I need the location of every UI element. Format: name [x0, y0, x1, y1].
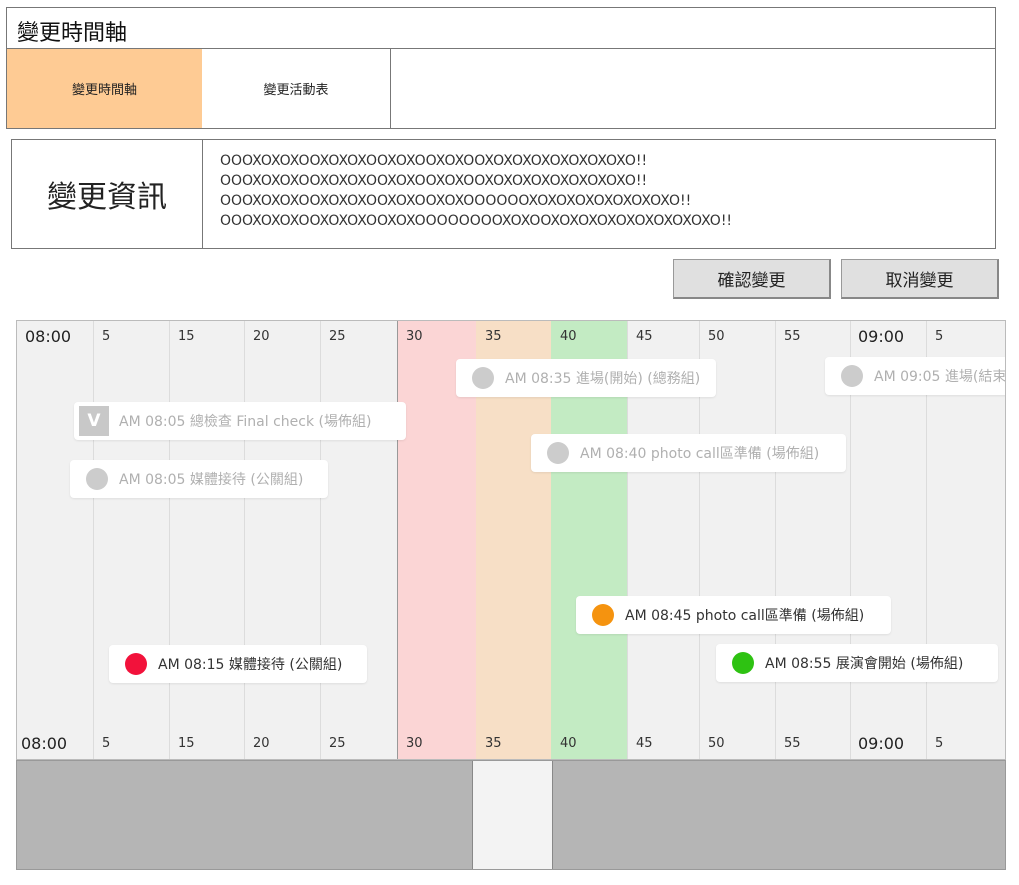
timeline-tick-label: 30: [406, 329, 423, 344]
change-info-text: OOOXOXOXOOXOXOXOOXOXOOXOXOOXOXOXOXOXOXOX…: [220, 151, 732, 231]
status-circle-icon: [125, 653, 147, 675]
timeline-tick-label: 5: [102, 736, 111, 751]
change-info-panel: 變更資訊 OOOXOXOXOOXOXOXOOXOXOOXOXOOXOXOXOXO…: [11, 139, 996, 249]
timeline-tick-label: 30: [406, 736, 423, 751]
event-label: AM 08:40 photo call區準備 (場佈組): [580, 446, 820, 462]
status-circle-icon: [732, 652, 754, 674]
page-title: 變更時間軸: [17, 21, 128, 46]
timeline-event[interactable]: AM 08:05 媒體接待 (公關組): [70, 460, 328, 498]
status-circle-icon: [547, 442, 569, 464]
change-info-line: OOOXOXOXOOXOXOXOOXOXOOXOXOOOOOOXOXOXOXOX…: [220, 193, 692, 209]
timeline-gridline: [320, 321, 321, 759]
timeline-tick-label: 5: [102, 329, 111, 344]
cancel-change-button[interactable]: 取消變更: [841, 259, 999, 299]
timeline-tick-label: 50: [708, 736, 725, 751]
event-label: AM 08:05 總檢查 Final check (場佈組): [119, 414, 372, 430]
timeline-tick-label: 40: [560, 329, 577, 344]
timeline-tick-label: 55: [784, 329, 801, 344]
timeline-gridline: [244, 321, 245, 759]
timeline-tick-label: 50: [708, 329, 725, 344]
scroller-handle[interactable]: [472, 761, 553, 869]
status-circle-icon: [86, 468, 108, 490]
timeline-event[interactable]: V AM 08:05 總檢查 Final check (場佈組): [74, 402, 406, 440]
timeline-gridline: [169, 321, 170, 759]
change-info-line: OOOXOXOXOOXOXOXOOXOXOOXOXOOXOXOXOXOXOXOX…: [220, 173, 648, 189]
change-info-line: OOOXOXOXOOXOXOXOOXOXOOXOXOOXOXOXOXOXOXOX…: [220, 153, 648, 169]
timeline-tick-label: 5: [935, 736, 944, 751]
timeline-tick-label: 15: [178, 329, 195, 344]
title-bar: 變更時間軸: [6, 7, 996, 49]
timeline-tick-label: 15: [178, 736, 195, 751]
timeline-event[interactable]: AM 08:15 媒體接待 (公關組): [109, 645, 367, 683]
timeline-event[interactable]: AM 08:35 進場(開始) (總務組): [456, 359, 716, 397]
status-circle-icon: [592, 604, 614, 626]
timeline-tick-label: 25: [329, 329, 346, 344]
timeline-tick-label: 40: [560, 736, 577, 751]
timeline-tick-label: 55: [784, 736, 801, 751]
event-label: AM 08:05 媒體接待 (公關組): [119, 472, 304, 488]
timeline-tick-label: 35: [485, 736, 502, 751]
timeline-gridline: [775, 321, 776, 759]
timeline-event[interactable]: AM 08:45 photo call區準備 (場佈組): [576, 596, 891, 634]
timeline-event[interactable]: AM 08:40 photo call區準備 (場佈組): [531, 434, 846, 472]
timeline-tick-label: 5: [935, 329, 944, 344]
tab-bar: 變更時間軸 變更活動表: [6, 48, 996, 129]
event-label: AM 08:15 媒體接待 (公關組): [158, 657, 343, 673]
event-label: AM 08:35 進場(開始) (總務組): [505, 371, 701, 387]
timeline-tick-label: 25: [329, 736, 346, 751]
tab-timeline[interactable]: 變更時間軸: [7, 49, 203, 128]
timeline-tick-label: 09:00: [858, 327, 905, 346]
tab-activity-table[interactable]: 變更活動表: [202, 49, 391, 128]
timeline-gridline: [93, 321, 94, 759]
timeline-tick-label: 35: [485, 329, 502, 344]
timeline-scroller[interactable]: [16, 760, 1006, 870]
status-circle-icon: [841, 365, 863, 387]
event-label: AM 08:55 展演會開始 (場佈組): [765, 656, 964, 672]
timeline-area[interactable]: 08:00 5 15 20 25 30 35 40 45 50 55 09:00 5 08:00 5 15 2…: [16, 320, 1006, 760]
change-info-line: OOOXOXOXOOXOXOXOOXOXOOOOOOOOXOXOOXOXOXOX…: [220, 213, 733, 229]
timeline-tick-label: 09:00: [858, 734, 905, 753]
timeline-tick-label: 08:00: [25, 327, 72, 346]
confirm-change-button[interactable]: 確認變更: [673, 259, 831, 299]
event-label: AM 08:45 photo call區準備 (場佈組): [625, 608, 865, 624]
timeline-event[interactable]: AM 08:55 展演會開始 (場佈組): [716, 644, 998, 682]
timeline-event[interactable]: AM 09:05 進場(結束): [825, 357, 1006, 395]
timeline-tick-label: 45: [636, 736, 653, 751]
event-label: AM 09:05 進場(結束): [874, 369, 1006, 385]
check-icon: V: [79, 406, 109, 436]
timeline-tick-label: 08:00: [21, 734, 68, 753]
status-circle-icon: [472, 367, 494, 389]
change-info-title: 變更資訊: [12, 140, 203, 248]
timeline-tick-label: 20: [253, 736, 270, 751]
timeline-tick-label: 20: [253, 329, 270, 344]
timeline-tick-label: 45: [636, 329, 653, 344]
